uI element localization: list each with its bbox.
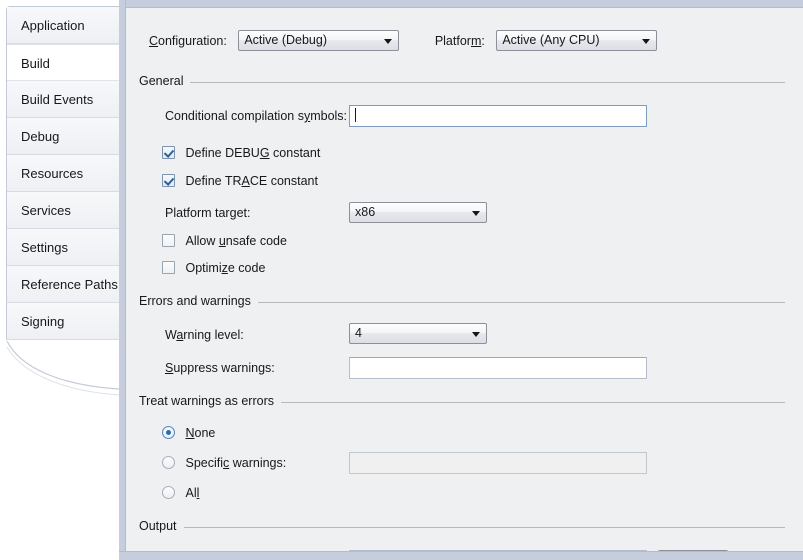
sidebar-item-application[interactable]: Application (7, 7, 119, 44)
treat-warnings-none-radio-row[interactable]: None (162, 426, 215, 444)
platform-target-value: x86 (355, 205, 376, 219)
sidebar-item-resources[interactable]: Resources (7, 155, 119, 192)
output-group-title: Output (139, 519, 184, 533)
platform-target-combobox[interactable]: x86 (349, 202, 487, 223)
sidebar-item-label: Reference Paths (21, 277, 118, 292)
output-group: Output (139, 519, 785, 535)
build-settings-page: Configuration: Active (Debug) Platform: … (127, 9, 803, 551)
sidebar-item-build-events[interactable]: Build Events (7, 81, 119, 118)
errors-warnings-group-header: Errors and warnings (139, 294, 785, 310)
define-trace-checkbox-row[interactable]: Define TRACE constant (162, 174, 318, 192)
sidebar-item-label: Signing (21, 314, 65, 329)
sidebar-item-label: Build (21, 56, 50, 71)
conditional-symbols-input[interactable] (349, 105, 647, 127)
general-group-header: General (139, 74, 785, 90)
output-browse-button[interactable] (657, 550, 729, 551)
chevron-down-icon (472, 211, 480, 216)
sidebar-item-settings[interactable]: Settings (7, 229, 119, 266)
optimize-code-label: Optimize code (185, 261, 266, 275)
conditional-symbols-label: Conditional compilation symbols: (165, 109, 348, 123)
platform-target-label: Platform target: (165, 206, 251, 220)
treat-warnings-all-label: All (185, 486, 200, 500)
sidebar-item-label: Application (21, 18, 85, 33)
allow-unsafe-checkbox-row[interactable]: Allow unsafe code (162, 234, 287, 252)
treat-warnings-all-radio-row[interactable]: All (162, 486, 199, 504)
warning-level-combobox[interactable]: 4 (349, 323, 487, 344)
errors-warnings-group: Errors and warnings (139, 294, 785, 310)
chevron-down-icon (642, 39, 651, 44)
configuration-row: Configuration: Active (Debug) Platform: … (149, 30, 658, 52)
sidebar-item-label: Debug (21, 129, 60, 144)
platform-combobox[interactable]: Active (Any CPU) (496, 30, 658, 51)
checkbox-checked-icon[interactable] (162, 174, 175, 187)
sidebar-item-label: Settings (21, 240, 68, 255)
panel-top-band (119, 0, 803, 8)
group-divider-line (139, 527, 785, 528)
panel-left-band (119, 0, 126, 560)
project-properties-window: Application Build Build Events Debug Resourc… (0, 0, 803, 560)
warning-level-value: 4 (355, 326, 362, 340)
general-group: General (139, 74, 785, 90)
optimize-code-checkbox-row[interactable]: Optimize code (162, 261, 265, 279)
general-group-title: General (139, 74, 191, 88)
sidebar-item-debug[interactable]: Debug (7, 118, 119, 155)
sidebar-item-label: Build Events (21, 92, 94, 107)
configuration-combobox[interactable]: Active (Debug) (238, 30, 400, 51)
radio-selected-icon[interactable] (162, 426, 175, 439)
sidebar-item-label: Resources (21, 166, 84, 181)
treat-warnings-specific-radio-row[interactable]: Specific warnings: (162, 456, 286, 474)
category-tab-strip: Application Build Build Events Debug Resourc… (0, 0, 119, 560)
configuration-combobox-value: Active (Debug) (244, 33, 328, 47)
tab-strip-bottom-curve (6, 341, 119, 401)
category-tab-list: Application Build Build Events Debug Resourc… (6, 6, 119, 340)
properties-content-panel: Configuration: Active (Debug) Platform: … (119, 0, 803, 560)
sidebar-item-build[interactable]: Build (7, 44, 119, 81)
radio-unselected-icon[interactable] (162, 486, 175, 499)
radio-unselected-icon[interactable] (162, 456, 175, 469)
suppress-warnings-label: Suppress warnings: (165, 361, 275, 375)
output-path-input[interactable] (349, 550, 647, 551)
configuration-label: Configuration: (149, 33, 227, 48)
sidebar-item-services[interactable]: Services (7, 192, 119, 229)
warning-level-label: Warning level: (165, 328, 244, 342)
treat-warnings-specific-label: Specific warnings: (185, 456, 287, 470)
errors-warnings-group-title: Errors and warnings (139, 294, 258, 308)
sidebar-item-reference-paths[interactable]: Reference Paths (7, 266, 119, 303)
output-group-header: Output (139, 519, 785, 535)
treat-warnings-group-header: Treat warnings as errors (139, 394, 785, 410)
platform-combobox-value: Active (Any CPU) (502, 33, 600, 47)
platform-label: Platform: (434, 33, 485, 48)
group-divider-line (139, 82, 785, 83)
checkbox-unchecked-icon[interactable] (162, 261, 175, 274)
checkbox-checked-icon[interactable] (162, 146, 175, 159)
treat-warnings-none-label: None (185, 426, 216, 440)
define-debug-checkbox-row[interactable]: Define DEBUG constant (162, 146, 320, 164)
specific-warnings-input[interactable] (349, 452, 647, 474)
panel-bottom-band (119, 551, 803, 560)
sidebar-item-signing[interactable]: Signing (7, 303, 119, 340)
text-caret (355, 108, 356, 122)
define-debug-label: Define DEBUG constant (185, 146, 321, 160)
allow-unsafe-label: Allow unsafe code (185, 234, 287, 248)
chevron-down-icon (384, 39, 393, 44)
sidebar-item-label: Services (21, 203, 71, 218)
treat-warnings-group-title: Treat warnings as errors (139, 394, 281, 408)
chevron-down-icon (472, 332, 480, 337)
treat-warnings-group: Treat warnings as errors (139, 394, 785, 410)
define-trace-label: Define TRACE constant (185, 174, 318, 188)
checkbox-unchecked-icon[interactable] (162, 234, 175, 247)
suppress-warnings-input[interactable] (349, 357, 647, 379)
